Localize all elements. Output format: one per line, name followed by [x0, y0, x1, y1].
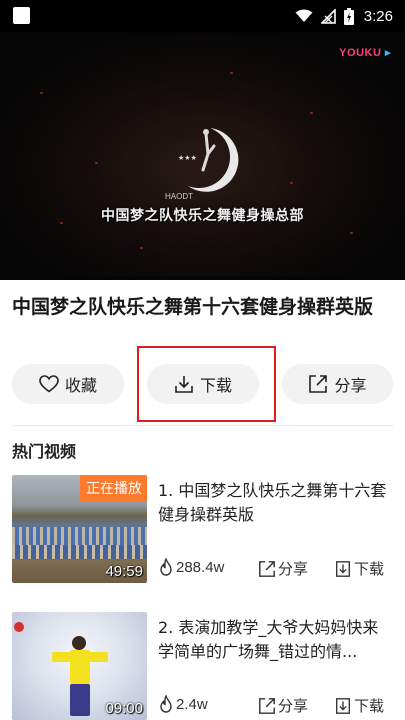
youku-watermark: YOUKU ▸ — [339, 46, 391, 59]
share-button[interactable]: 分享 — [282, 364, 393, 404]
moon-dancer-icon: ★★★ — [178, 128, 239, 192]
section-title: 热门视频 — [12, 442, 77, 461]
video-thumbnail[interactable]: 正在播放 49:59 — [12, 475, 147, 583]
dancer-legs — [70, 684, 90, 716]
spark — [140, 247, 143, 249]
flame-icon — [160, 695, 172, 713]
item-download-button[interactable]: 下载 — [334, 695, 384, 716]
item-share-label: 分享 — [278, 560, 309, 578]
channel-logo — [14, 622, 24, 632]
download-icon — [336, 560, 350, 577]
video-thumbnail[interactable]: 09:00 — [12, 612, 147, 720]
dancer-head — [72, 636, 86, 650]
favorite-label: 收藏 — [64, 376, 97, 395]
spark — [40, 92, 43, 94]
battery-icon — [343, 7, 354, 25]
item-download-label: 下载 — [354, 697, 385, 715]
download-highlight-box — [137, 346, 276, 422]
crowd-row — [12, 527, 147, 545]
view-count: 2.4w — [176, 695, 208, 713]
watermark-text: YOUKU — [339, 47, 382, 59]
spark — [310, 112, 313, 114]
play-arrow-icon: ▸ — [384, 47, 391, 59]
crowd-row — [12, 545, 147, 559]
dancer-body — [70, 650, 90, 684]
now-playing-badge: 正在播放 — [80, 475, 147, 501]
share-label: 分享 — [334, 376, 367, 395]
item-title: 2. 表演加教学_大爷大妈妈快来学简单的广场舞_错过的情... — [158, 618, 379, 661]
wifi-icon — [295, 9, 313, 22]
views: 288.4w — [158, 558, 224, 576]
views: 2.4w — [158, 695, 208, 713]
heart-icon — [39, 375, 59, 393]
item-download-button[interactable]: 下载 — [334, 558, 384, 579]
dance-logo: ★★★ — [170, 124, 240, 196]
item-meta: 288.4w 分享 下载 — [158, 558, 393, 580]
duration: 09:00 — [105, 700, 143, 717]
signal-icon — [320, 8, 336, 24]
video-player[interactable]: YOUKU ▸ ★★★ HAODT 中国梦之队快乐之舞健身操总部 — [0, 32, 405, 280]
spark — [95, 162, 98, 164]
item-title: 1. 中国梦之队快乐之舞第十六套健身操群英版 — [158, 481, 387, 524]
item-meta: 2.4w 分享 下载 — [158, 695, 393, 717]
logo-text: HAODT — [165, 192, 193, 201]
video-caption: 中国梦之队快乐之舞健身操总部 — [101, 208, 304, 224]
view-count: 288.4w — [176, 558, 225, 576]
item-download-label: 下载 — [354, 560, 385, 578]
flame-icon — [160, 558, 172, 576]
duration: 49:59 — [105, 563, 143, 580]
divider — [12, 425, 393, 426]
svg-text:★★★: ★★★ — [178, 154, 197, 162]
spark — [230, 72, 233, 74]
item-share-label: 分享 — [278, 697, 309, 715]
share-icon — [259, 560, 275, 577]
list-item[interactable]: 09:00 2. 表演加教学_大爷大妈妈快来学简单的广场舞_错过的情... 2.… — [12, 612, 393, 720]
item-share-button[interactable]: 分享 — [258, 558, 308, 579]
share-icon — [259, 697, 275, 714]
status-icons: 3:26 — [295, 0, 393, 32]
item-share-button[interactable]: 分享 — [258, 695, 308, 716]
favorite-button[interactable]: 收藏 — [12, 364, 124, 404]
status-bar: 3:26 — [0, 0, 405, 32]
spark — [350, 232, 353, 234]
video-title: 中国梦之队快乐之舞第十六套健身操群英版 — [12, 296, 374, 318]
share-icon — [309, 375, 328, 393]
clock: 3:26 — [363, 7, 393, 25]
list-item[interactable]: 正在播放 49:59 1. 中国梦之队快乐之舞第十六套健身操群英版 288.4w… — [12, 475, 393, 585]
download-icon — [336, 697, 350, 714]
spark — [290, 182, 293, 184]
notification-icon — [13, 7, 30, 24]
